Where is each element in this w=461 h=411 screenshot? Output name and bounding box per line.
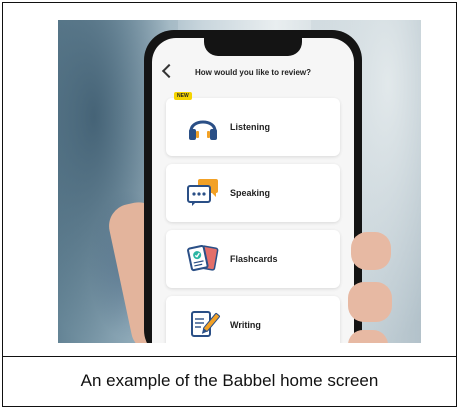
flashcards-icon [184,243,222,275]
review-option-speaking[interactable]: Speaking [166,164,340,222]
phone-screen: How would you like to review? NEW Listen… [152,38,354,343]
review-option-writing[interactable]: Writing [166,296,340,343]
speech-bubbles-icon [184,177,222,209]
hand-finger [351,232,391,270]
hand-finger [348,282,392,322]
back-chevron-icon[interactable] [161,63,177,79]
phone-notch [204,38,302,56]
photo: How would you like to review? NEW Listen… [58,20,421,343]
review-option-listening[interactable]: NEW Listening [166,92,340,156]
caption-divider [3,356,456,357]
review-option-label: Writing [230,320,261,330]
review-option-flashcards[interactable]: Flashcards [166,230,340,288]
figure-frame: How would you like to review? NEW Listen… [2,2,457,407]
writing-icon [184,309,222,341]
review-header: How would you like to review? [152,60,354,84]
new-badge: NEW [174,92,192,100]
headphones-icon [184,111,222,143]
review-option-label: Speaking [230,188,271,198]
review-option-label: Listening [230,122,270,132]
figure-caption: An example of the Babbel home screen [80,371,379,390]
review-option-label: Flashcards [230,254,278,264]
phone: How would you like to review? NEW Listen… [144,30,362,343]
review-title: How would you like to review? [194,67,311,77]
